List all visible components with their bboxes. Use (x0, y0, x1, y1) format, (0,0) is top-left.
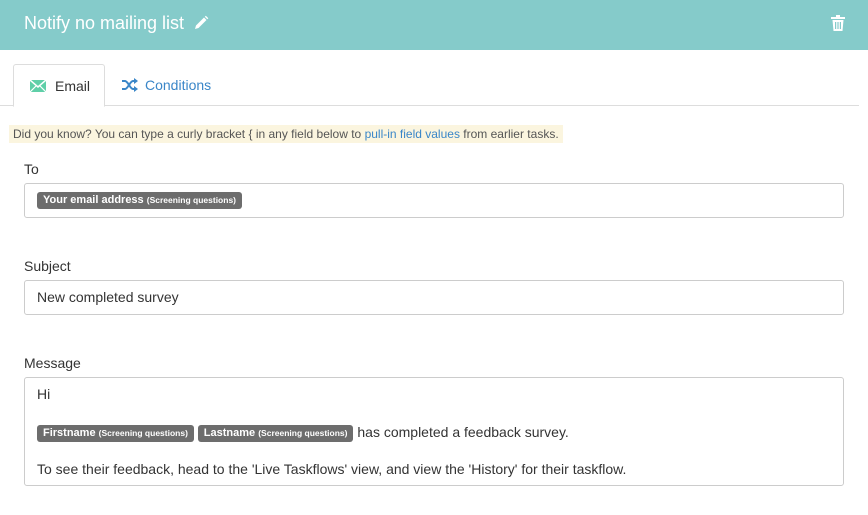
trash-icon[interactable] (831, 15, 845, 31)
field-chip-email[interactable]: Your email address (Screening questions) (37, 192, 242, 209)
message-field[interactable]: Hi Firstname (Screening questions) Lastn… (24, 377, 844, 486)
to-field[interactable]: Your email address (Screening questions) (24, 183, 844, 218)
pull-in-field-values-link[interactable]: pull-in field values (365, 127, 460, 141)
message-line-chips: Firstname (Screening questions) Lastname… (37, 424, 569, 442)
chip-name: Lastname (203, 426, 256, 439)
message-line-instructions: To see their feedback, head to the 'Live… (37, 461, 627, 477)
chip-source: (Screening questions) (98, 427, 188, 438)
tip-banner: Did you know? You can type a curly brack… (9, 125, 563, 143)
tip-prefix: Did you know? You can type a curly brack… (13, 127, 362, 141)
chip-source: (Screening questions) (258, 427, 348, 438)
shuffle-icon (122, 78, 138, 92)
chip-name: Firstname (43, 426, 96, 439)
tip-suffix: from earlier tasks. (463, 127, 559, 141)
subject-field[interactable]: New completed survey (24, 280, 844, 315)
message-line-greeting: Hi (37, 386, 51, 402)
tab-bar: Email Conditions (0, 64, 859, 107)
field-chip-firstname[interactable]: Firstname (Screening questions) (37, 424, 194, 442)
page-title: Notify no mailing list (24, 13, 185, 33)
tab-email-label: Email (55, 78, 91, 94)
chip-source: (Screening questions) (146, 195, 236, 205)
field-chip-lastname[interactable]: Lastname (Screening questions) (197, 424, 354, 442)
chip-name: Your email address (43, 194, 144, 206)
envelope-icon (30, 80, 46, 92)
tab-conditions-label: Conditions (145, 77, 212, 93)
to-label: To (24, 161, 39, 177)
message-line-text: has completed a feedback survey. (357, 424, 569, 440)
subject-value: New completed survey (37, 289, 179, 305)
header-bar: Notify no mailing list (0, 0, 868, 50)
tab-email[interactable]: Email (13, 64, 105, 107)
pencil-icon[interactable] (193, 15, 209, 31)
tab-conditions[interactable]: Conditions (109, 64, 229, 106)
subject-label: Subject (24, 258, 71, 274)
message-label: Message (24, 355, 81, 371)
